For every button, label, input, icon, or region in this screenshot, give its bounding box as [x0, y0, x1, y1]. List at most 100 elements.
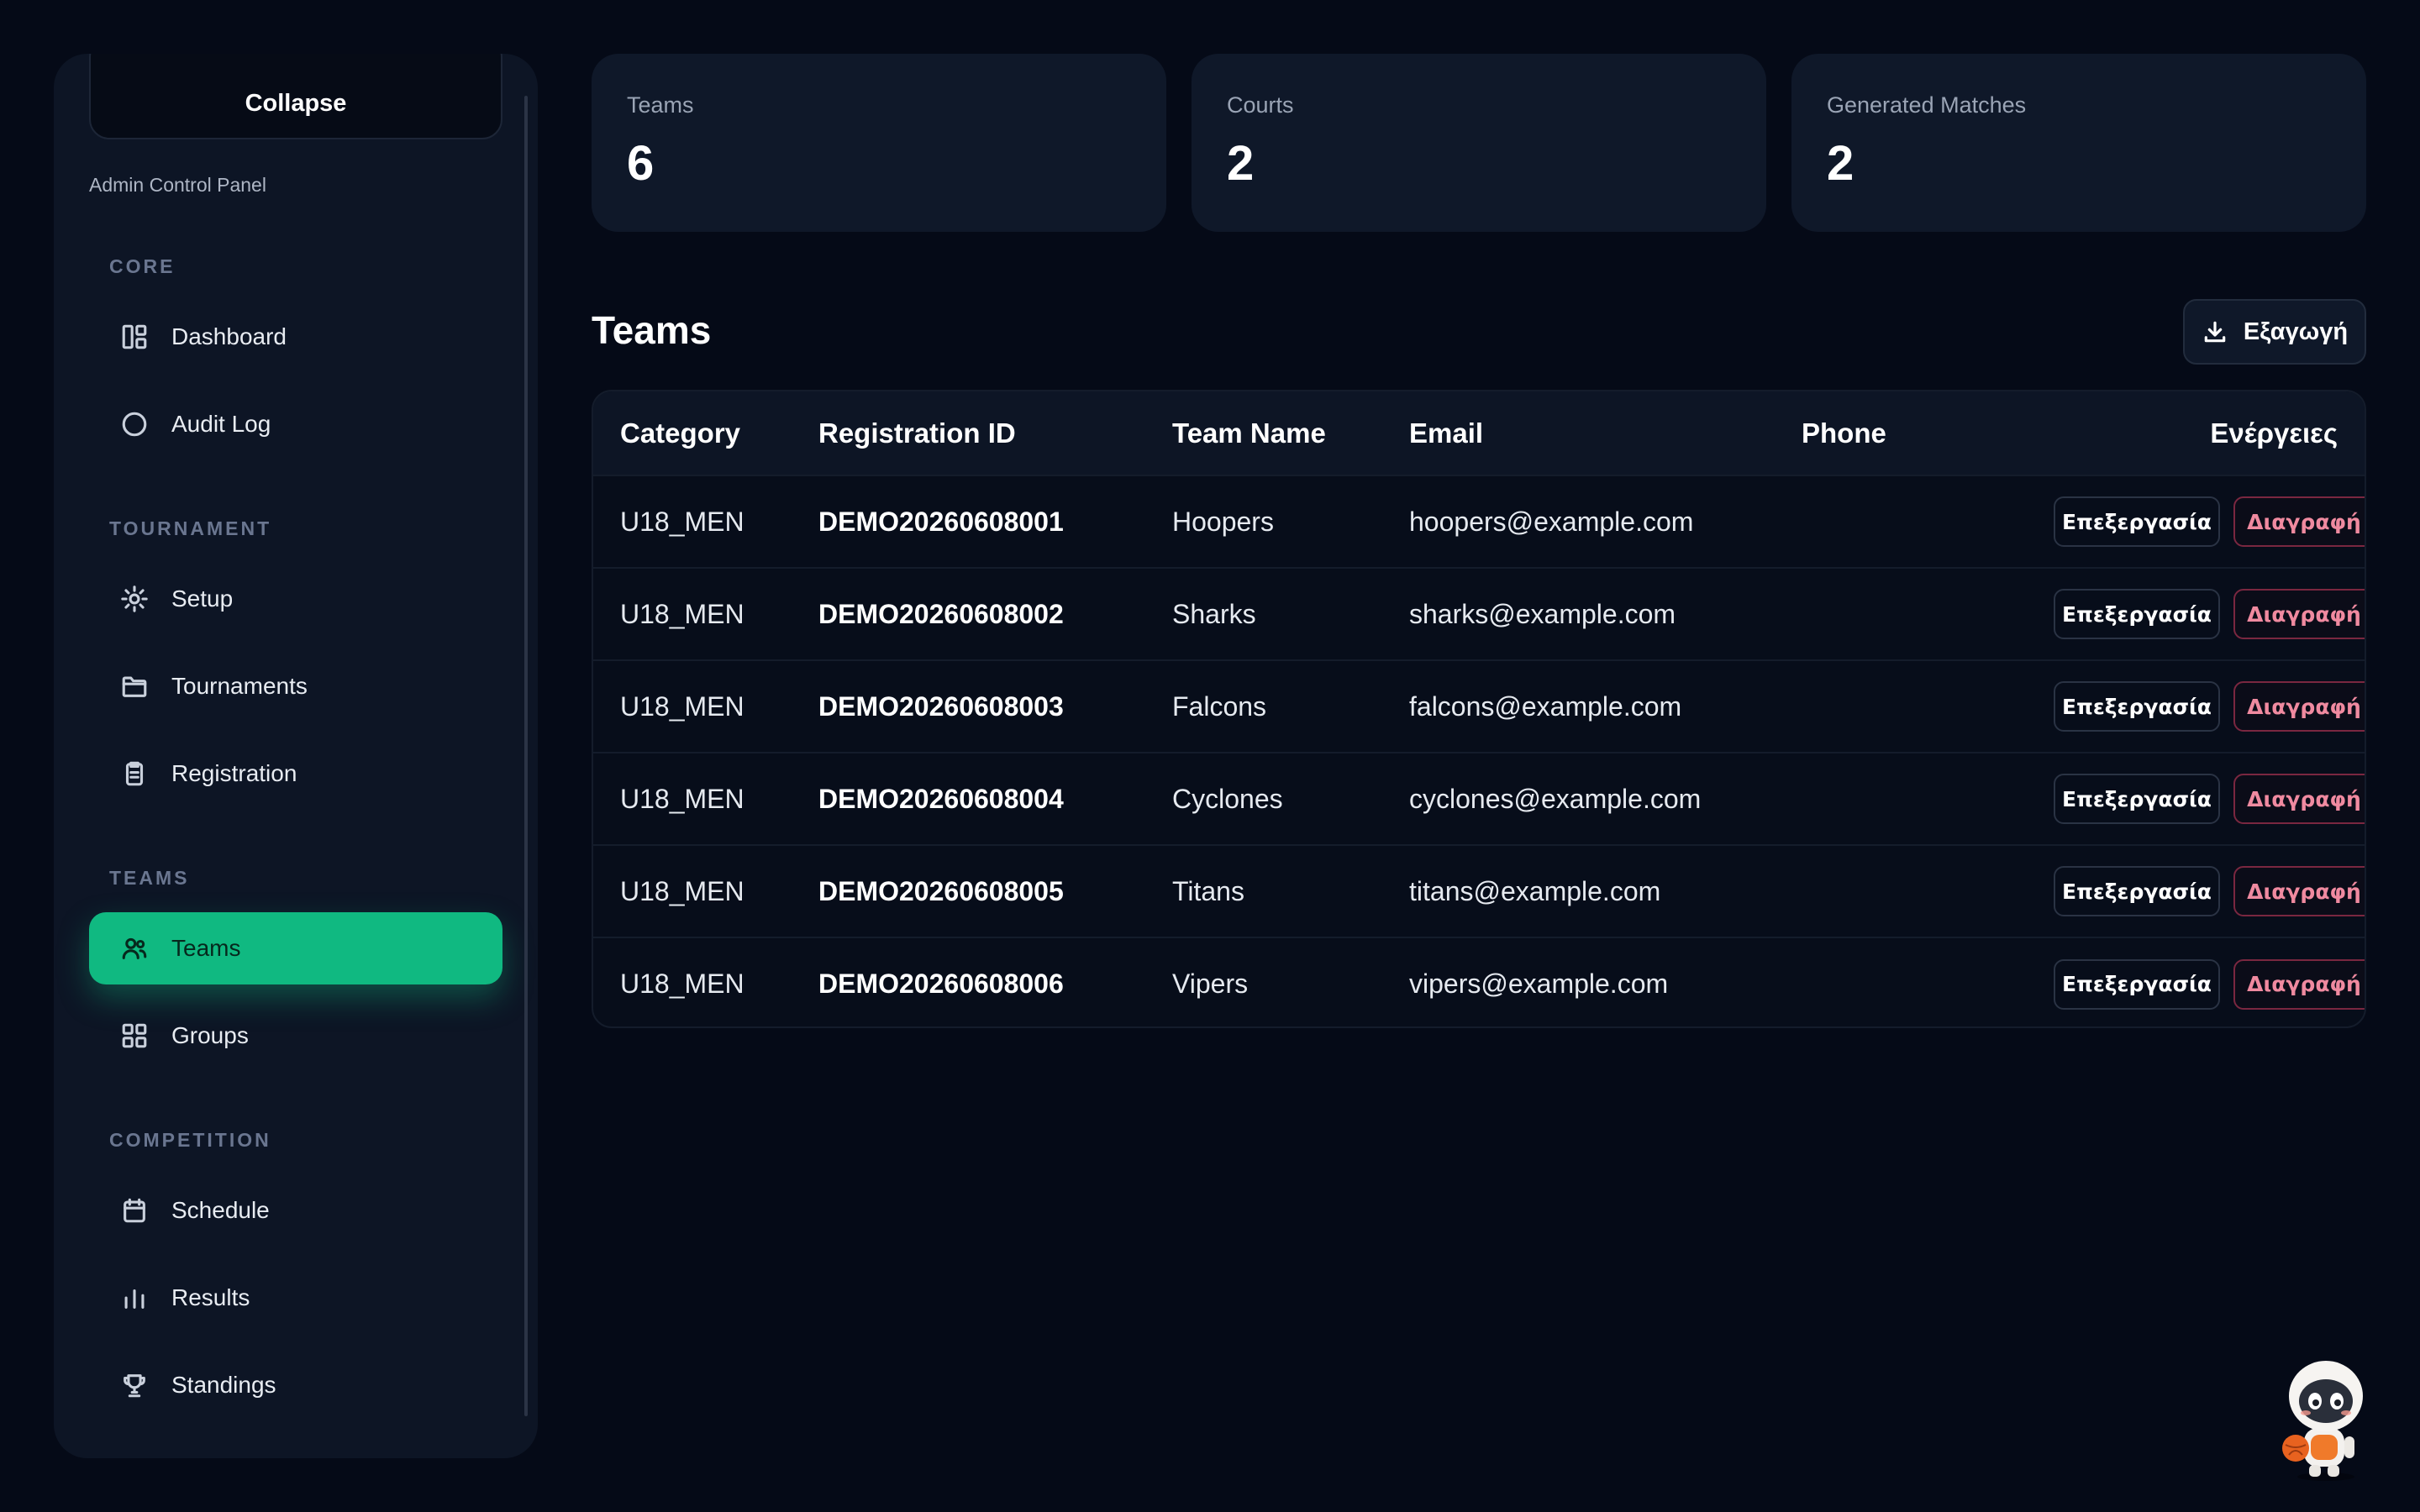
team-name-cell: Falcons — [1172, 690, 1267, 722]
grid-icon — [119, 1021, 150, 1051]
column-header-team-name[interactable]: Team Name — [1145, 391, 1382, 475]
sidebar-item-setup[interactable]: Setup — [89, 563, 502, 635]
edit-button[interactable]: Επεξεργασία — [2054, 681, 2220, 732]
stat-card-teams: Teams 6 — [592, 54, 1166, 232]
stat-value: 2 — [1227, 136, 1255, 191]
column-header-email[interactable]: Email — [1382, 391, 1775, 475]
sidebar-item-tournaments[interactable]: Tournaments — [89, 650, 502, 722]
column-header-category[interactable]: Category — [593, 391, 792, 475]
email-cell: hoopers@example.com — [1409, 506, 1694, 537]
phone-cell — [1775, 753, 2027, 845]
actions-cell: Επεξεργασία Διαγραφή — [2027, 753, 2365, 845]
bar-chart-icon — [119, 1283, 150, 1313]
stat-label: Courts — [1227, 92, 1294, 118]
registration-id-cell: DEMO20260608006 — [818, 969, 1064, 999]
email-cell: falcons@example.com — [1409, 690, 1682, 722]
phone-cell — [1775, 568, 2027, 660]
folder-icon — [119, 671, 150, 701]
stat-card-courts: Courts 2 — [1192, 54, 1766, 232]
phone-cell — [1775, 845, 2027, 937]
collapse-button[interactable]: Collapse — [89, 54, 502, 139]
category-cell: U18_MEN — [620, 598, 744, 629]
table-row: U18_MEN DEMO20260608004 Cyclones cyclones@e… — [593, 753, 2365, 845]
teams-table: Category Registration ID Team Name Email… — [592, 390, 2366, 1028]
sidebar-item-label: Results — [171, 1284, 250, 1310]
delete-button[interactable]: Διαγραφή — [2233, 866, 2365, 916]
edit-button[interactable]: Επεξεργασία — [2054, 589, 2220, 639]
email-cell: vipers@example.com — [1409, 969, 1669, 999]
registration-id-cell: DEMO20260608003 — [818, 690, 1064, 722]
category-cell: U18_MEN — [620, 506, 744, 537]
stat-value: 6 — [627, 136, 655, 191]
team-name-cell: Hoopers — [1172, 506, 1274, 537]
category-cell: U18_MEN — [620, 969, 744, 999]
phone-cell — [1775, 937, 2027, 1026]
actions-cell: Επεξεργασία Διαγραφή — [2027, 660, 2365, 753]
stat-card-generated-matches: Generated Matches 2 — [1791, 54, 2366, 232]
circle-icon — [119, 409, 150, 439]
stat-label: Generated Matches — [1827, 92, 2027, 118]
edit-button[interactable]: Επεξεργασία — [2054, 496, 2220, 547]
sidebar-item-label: Dashboard — [171, 323, 287, 349]
sun-icon — [119, 584, 150, 614]
table-row: U18_MEN DEMO20260608005 Titans titans@examp… — [593, 845, 2365, 937]
sidebar-item-groups[interactable]: Groups — [89, 1000, 502, 1072]
sidebar-item-schedule[interactable]: Schedule — [89, 1174, 502, 1247]
delete-button[interactable]: Διαγραφή — [2233, 958, 2365, 1010]
phone-cell — [1775, 475, 2027, 568]
delete-button[interactable]: Διαγραφή — [2233, 496, 2365, 547]
section-label-tournament: TOURNAMENT — [109, 517, 272, 539]
section-label-core: CORE — [109, 255, 176, 277]
table-row: U18_MEN DEMO20260608003 Falcons falcons@exa… — [593, 660, 2365, 753]
actions-cell: Επεξεργασία Διαγραφή — [2027, 568, 2365, 660]
clipboard-icon — [119, 759, 150, 789]
registration-id-cell: DEMO20260608005 — [818, 875, 1064, 906]
team-name-cell: Sharks — [1172, 598, 1256, 629]
table-row: U18_MEN DEMO20260608001 Hoopers hoopers@exa… — [593, 475, 2365, 568]
delete-button[interactable]: Διαγραφή — [2233, 589, 2365, 639]
download-icon — [2204, 321, 2226, 343]
actions-cell: Επεξεργασία Διαγραφή — [2027, 937, 2365, 1026]
sidebar-item-teams[interactable]: Teams — [89, 912, 502, 984]
sidebar-item-registration[interactable]: Registration — [89, 738, 502, 810]
edit-button[interactable]: Επεξεργασία — [2054, 774, 2220, 824]
column-header-registration-id[interactable]: Registration ID — [792, 391, 1145, 475]
category-cell: U18_MEN — [620, 875, 744, 906]
category-cell: U18_MEN — [620, 783, 744, 814]
sidebar-item-label: Schedule — [171, 1197, 270, 1223]
email-cell: titans@example.com — [1409, 875, 1661, 906]
column-header-actions: Ενέργειες — [2210, 417, 2338, 449]
registration-id-cell: DEMO20260608002 — [818, 598, 1064, 629]
page-title: Teams — [592, 308, 712, 352]
sidebar-scroll-area: Collapse Admin Control Panel CORE Dashbo… — [54, 54, 538, 1458]
table-row: U18_MEN DEMO20260608006 Vipers vipers@examp… — [593, 937, 2365, 1026]
sidebar-item-dashboard[interactable]: Dashboard — [89, 301, 502, 373]
email-cell: sharks@example.com — [1409, 598, 1676, 629]
sidebar-item-label: Setup — [171, 585, 234, 612]
section-label-teams: TEAMS — [109, 867, 190, 889]
calendar-icon — [119, 1195, 150, 1226]
stat-label: Teams — [627, 92, 694, 118]
sidebar-item-audit-log[interactable]: Audit Log — [89, 388, 502, 460]
category-cell: U18_MEN — [620, 690, 744, 722]
sidebar-item-standings[interactable]: Standings — [89, 1349, 502, 1421]
delete-button[interactable]: Διαγραφή — [2233, 681, 2365, 732]
edit-button[interactable]: Επεξεργασία — [2054, 958, 2220, 1010]
sidebar-item-label: Registration — [171, 760, 297, 786]
delete-button[interactable]: Διαγραφή — [2233, 774, 2365, 824]
export-button[interactable]: Εξαγωγή — [2183, 299, 2366, 365]
sidebar-item-results[interactable]: Results — [89, 1262, 502, 1334]
edit-button[interactable]: Επεξεργασία — [2054, 866, 2220, 916]
sidebar-item-label: Groups — [171, 1022, 249, 1048]
email-cell: cyclones@example.com — [1409, 783, 1702, 814]
users-icon — [119, 933, 150, 963]
team-name-cell: Titans — [1172, 875, 1244, 906]
section-label-competition: COMPETITION — [109, 1129, 271, 1151]
registration-id-cell: DEMO20260608001 — [818, 506, 1064, 537]
export-button-label: Εξαγωγή — [2243, 318, 2349, 345]
sidebar-scrollbar[interactable] — [524, 96, 528, 1416]
column-header-phone[interactable]: Phone — [1775, 391, 2027, 475]
sidebar-item-label: Standings — [171, 1372, 276, 1398]
robot-mascot[interactable] — [2279, 1357, 2370, 1482]
team-name-cell: Cyclones — [1172, 783, 1283, 814]
